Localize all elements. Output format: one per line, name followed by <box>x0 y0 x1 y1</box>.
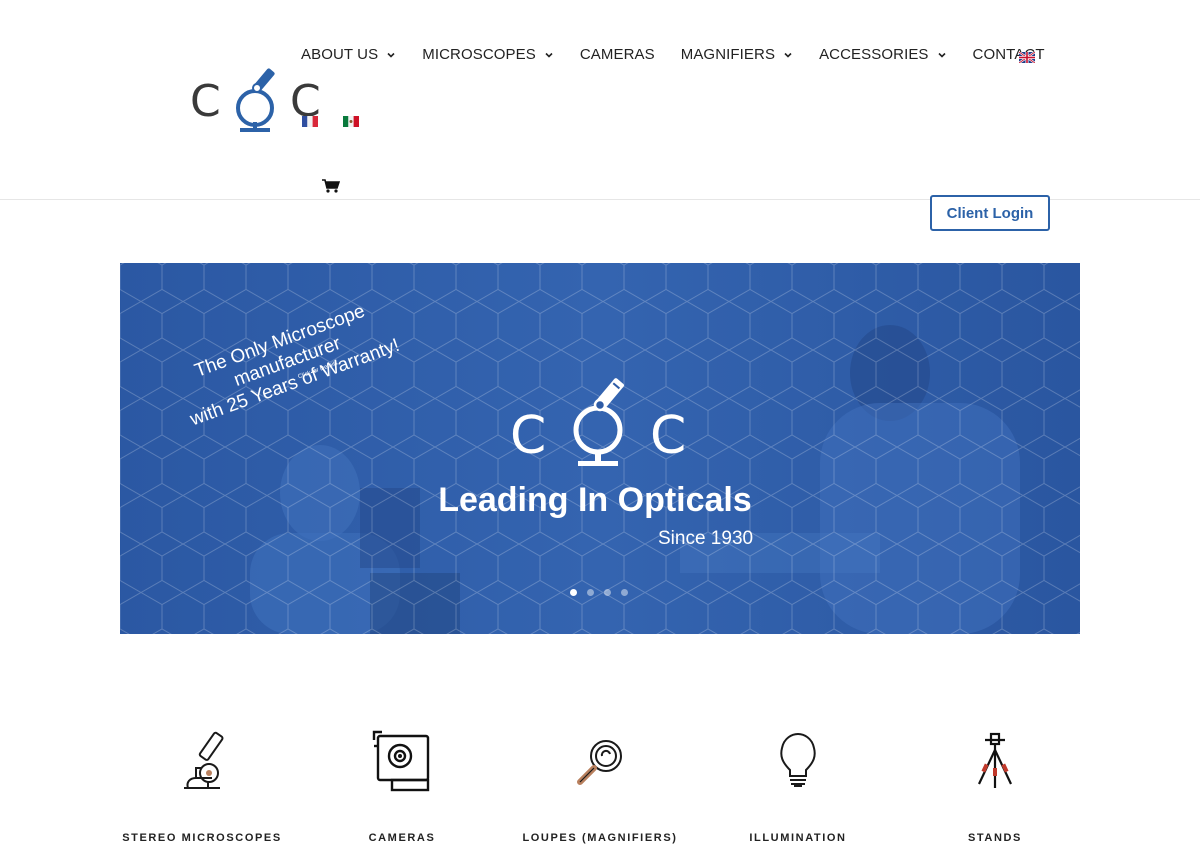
category-stereo-microscopes[interactable]: STEREO MICROSCOPES <box>112 728 292 844</box>
hero-title: Leading In Opticals <box>438 481 752 519</box>
chevron-down-icon <box>937 52 946 58</box>
hero-logo-letter-right: C <box>650 406 687 466</box>
hero-logo-letter-left: C <box>510 406 547 466</box>
category-label: STANDS <box>967 832 1022 844</box>
nav-label: CAMERAS <box>579 46 655 63</box>
category-illumination[interactable]: ILLUMINATION <box>708 728 888 844</box>
nav-item-magnifiers[interactable]: MAGNIFIERS <box>681 46 793 63</box>
shopping-cart-icon[interactable] <box>322 179 340 193</box>
category-label: STEREO MICROSCOPES <box>122 832 282 844</box>
category-stands[interactable]: STANDS <box>905 728 1085 844</box>
microscope-logo-icon <box>573 378 624 466</box>
slider-dot-3[interactable] <box>604 589 611 596</box>
nav-item-about-us[interactable]: ABOUT US <box>301 46 396 63</box>
microscope-logo-icon <box>236 68 275 132</box>
category-label: ILLUMINATION <box>749 832 847 844</box>
slider-dot-4[interactable] <box>621 589 628 596</box>
nav-label: MICROSCOPES <box>422 46 536 63</box>
magnifier-icon <box>577 740 622 785</box>
nav-item-microscopes[interactable]: MICROSCOPES <box>422 46 554 63</box>
slider-dot-1[interactable] <box>570 589 577 596</box>
site-header: C C ABOUT US MICROSCOPES CAMERAS MAGNIFI… <box>0 0 1200 200</box>
flag-english-icon[interactable] <box>1019 52 1035 63</box>
nav-label: ACCESSORIES <box>819 46 929 63</box>
client-login-button[interactable]: Client Login <box>930 195 1050 231</box>
chevron-down-icon <box>387 52 395 58</box>
chevron-down-icon <box>784 52 792 58</box>
main-navigation: ABOUT US MICROSCOPES CAMERAS MAGNIFIERS … <box>301 46 1071 63</box>
tripod-stand-icon <box>978 732 1012 788</box>
slider-pagination <box>570 589 638 596</box>
nav-label: MAGNIFIERS <box>680 46 776 63</box>
category-label: CAMERAS <box>368 832 436 844</box>
hero-slider: The Only Microscope manufacturer with 25… <box>120 263 1080 634</box>
hero-logo: C C <box>510 375 690 470</box>
nav-item-accessories[interactable]: ACCESSORIES <box>819 46 946 63</box>
flag-mexico-icon[interactable] <box>343 116 359 127</box>
nav-label: ABOUT US <box>301 46 379 63</box>
microscope-icon <box>184 731 224 789</box>
nav-item-cameras[interactable]: CAMERAS <box>580 46 655 63</box>
logo-letter-left: C <box>190 76 221 127</box>
hero-subtitle: Since 1930 <box>658 528 754 549</box>
category-loupes-magnifiers[interactable]: LOUPES (MAGNIFIERS) <box>510 728 690 844</box>
chevron-down-icon <box>545 52 553 58</box>
camera-icon <box>372 730 430 792</box>
lightbulb-icon <box>780 732 816 787</box>
slider-dot-2[interactable] <box>587 589 594 596</box>
category-cameras[interactable]: CAMERAS <box>312 728 492 844</box>
flag-french-icon[interactable] <box>302 116 318 127</box>
category-label: LOUPES (MAGNIFIERS) <box>522 832 678 844</box>
